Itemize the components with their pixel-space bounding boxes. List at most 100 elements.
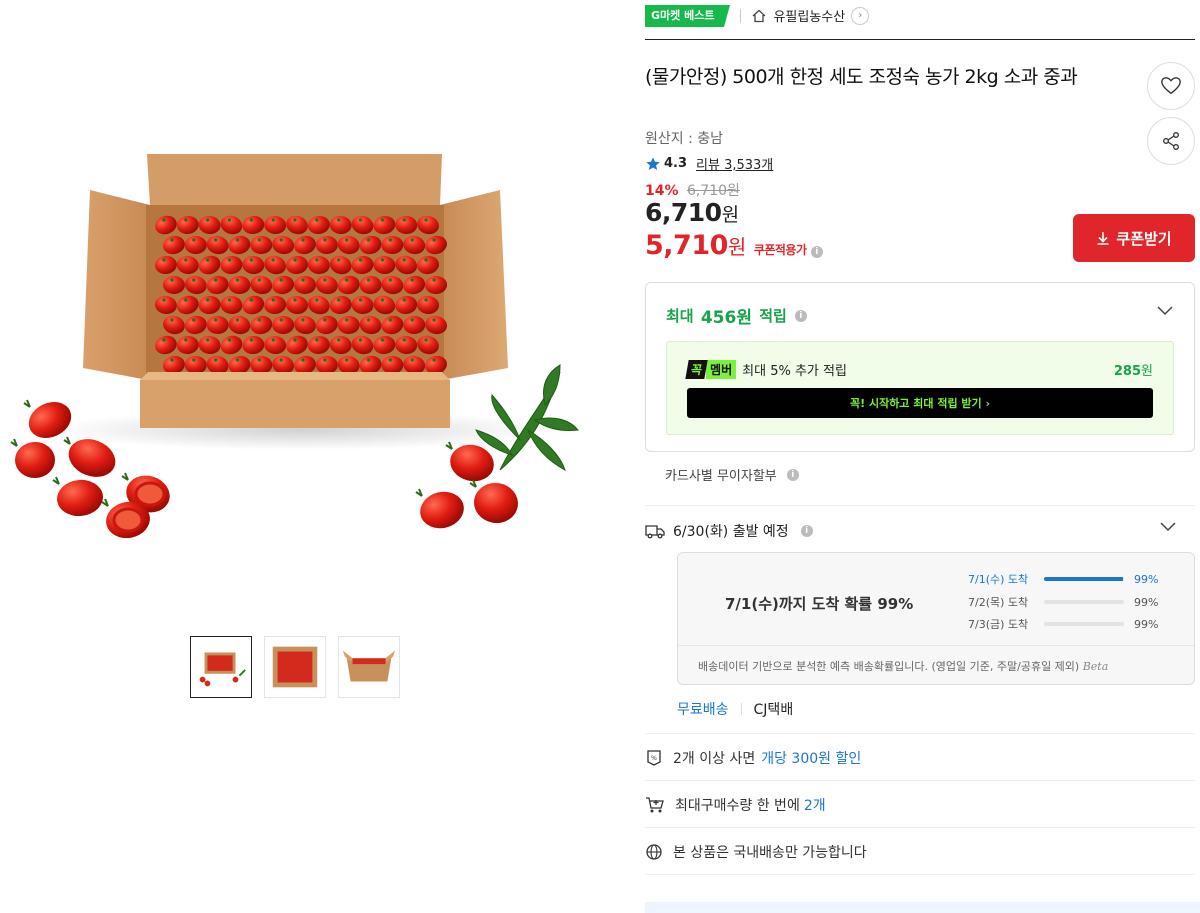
coupon-price-tag: 쿠폰적용가 [753,243,807,257]
product-title: (물가안정) 500개 한정 세도 조정숙 농가 2kg 소과 중과 [645,66,1078,88]
beta-label: Beta [1082,660,1109,673]
free-shipping-row: 무료배송 CJ택배 [677,699,793,719]
free-shipping-label: 무료배송 [677,702,729,718]
probability-line-3: 7/3(금) 도착 99% [968,616,1168,632]
coupon-price: 5,710 원 쿠폰적용가 i [645,230,823,261]
probability-title: 7/1(수)까지 도착 확률 99% [725,595,914,613]
bulk-highlight: 개당 300원 할인 [761,751,862,767]
sale-price-value: 6,710 [645,198,722,227]
share-button[interactable] [1147,117,1195,165]
probability-note-text: 배송데이터 기반으로 분석한 예측 배송확률입니다. (영업일 기준, 주말/공… [698,660,1080,673]
bulk-discount-row: % 2개 이상 사면 개당 300원 할인 [645,748,861,768]
divider [645,733,1195,734]
max-highlight: 2개 [803,798,826,814]
cart-icon [646,797,664,813]
thumbnail-2[interactable] [264,636,326,698]
divider [645,874,1195,875]
chevron-down-icon[interactable] [1156,305,1174,317]
probability-percent: 99% [1134,595,1159,609]
globe-icon [646,844,662,860]
member-start-button[interactable]: 꼭! 시작하고 최대 적립 받기 › [687,388,1153,418]
product-main-image [0,0,600,610]
info-icon[interactable]: i [810,246,823,258]
reward-box: 최대 456원 적립 i 꼭 멤버 최대 5% 추가 적립 285원 꼭! 시작하… [645,282,1195,452]
reward-suffix: 적립 [759,307,787,325]
rating-score: 4.3 [664,156,688,171]
probability-label: 7/1(수) 도착 [968,573,1029,586]
reward-prefix: 최대 [666,307,694,325]
discount-tag-icon: % [647,750,661,766]
member-benefit-box: 꼭 멤버 최대 5% 추가 적립 285원 꼭! 시작하고 최대 적립 받기 › [666,341,1174,435]
discount-row: 14% 6,710원 [645,180,740,200]
reward-amount: 456원 [700,308,752,328]
card-installment-text: 카드사별 무이자할부 [665,469,777,484]
coupon-download-button[interactable]: 쿠폰받기 [1073,214,1195,262]
thumbnail-3[interactable] [338,636,400,698]
download-icon [1097,232,1109,245]
probability-percent: 99% [1134,617,1159,631]
coupon-price-unit: 원 [727,235,746,259]
svg-text:%: % [651,755,657,762]
domestic-text: 본 상품은 국내배송만 가능합니다 [673,845,867,861]
divider [740,703,742,715]
probability-percent: 99% [1134,572,1159,586]
info-icon[interactable]: i [786,468,799,481]
coupon-button-label: 쿠폰받기 [1116,229,1172,248]
gmarket-best-badge[interactable]: G마켓 베스트 [645,4,731,27]
probability-note: 배송데이터 기반으로 분석한 예측 배송확률입니다. (영업일 기준, 주말/공… [678,645,1194,674]
info-icon[interactable]: i [800,525,813,537]
origin-text: 원산지 : 충남 [645,131,724,147]
probability-label: 7/2(목) 도착 [968,596,1029,609]
sale-price: 6,710원 [645,198,739,227]
member-points: 285원 [1114,360,1153,379]
member-text: 최대 5% 추가 적립 [742,364,847,379]
probability-bar [1044,577,1124,581]
bulk-prefix: 2개 이상 사면 [673,751,756,767]
product-gallery [0,0,600,913]
truck-icon [645,525,665,539]
product-info-panel: G마켓 베스트 유필립농수산 › (물가안정) 500개 한정 세도 조정숙 농… [645,0,1195,875]
divider [645,827,1195,828]
star-icon [646,156,660,170]
card-installment-row: 카드사별 무이자할부 i [665,465,799,484]
shop-name: 유필립농수산 [773,10,846,25]
info-icon[interactable]: i [794,309,807,322]
divider [645,505,1195,506]
member-points-unit: 원 [1141,364,1153,379]
original-price: 6,710원 [686,183,740,199]
delivery-probability-box: 7/1(수)까지 도착 확률 99% 7/1(수) 도착 99% 7/2(목) … [677,552,1195,685]
domestic-shipping-row: 본 상품은 국내배송만 가능합니다 [645,842,867,862]
home-icon [753,9,766,22]
sale-price-unit: 원 [721,204,739,226]
bottom-banner-strip [645,902,1200,913]
probability-line-2: 7/2(목) 도착 99% [968,594,1168,610]
kkok-badge: 꼭 [685,360,708,379]
member-label: 꼭 멤버 최대 5% 추가 적립 [685,360,847,379]
divider [645,780,1195,781]
share-icon [1163,132,1179,150]
max-prefix: 최대구매수량 한 번에 [675,798,800,814]
chevron-right-icon: › [851,6,870,25]
shipping-depart: 6/30(화) 출발 예정 [673,524,789,540]
shipping-row: 6/30(화) 출발 예정 i [645,521,813,541]
probability-bar [1044,600,1124,604]
rating-row: 4.3 리뷰 3,533개 [645,154,773,173]
heart-icon [1161,77,1181,95]
probability-line-1: 7/1(수) 도착 99% [968,571,1168,587]
max-quantity-row: 최대구매수량 한 번에 2개 [645,795,826,815]
probability-bar [1044,622,1124,626]
discount-percent: 14% [645,183,679,199]
member-points-value: 285 [1113,364,1142,379]
thumbnail-1[interactable] [190,636,252,698]
reward-heading: 최대 456원 적립 i [666,303,807,328]
carrier-label: CJ택배 [753,702,794,718]
wishlist-button[interactable] [1147,62,1195,110]
review-link[interactable]: 리뷰 3,533개 [696,154,773,173]
probability-label: 7/3(금) 도착 [968,618,1029,631]
divider [740,8,742,23]
shop-link[interactable]: 유필립농수산 › [751,6,870,25]
coupon-price-value: 5,710 [645,230,728,261]
chevron-down-icon[interactable] [1159,521,1177,533]
top-bar: G마켓 베스트 유필립농수산 › [645,0,1195,40]
member-badge: 멤버 [706,360,737,379]
